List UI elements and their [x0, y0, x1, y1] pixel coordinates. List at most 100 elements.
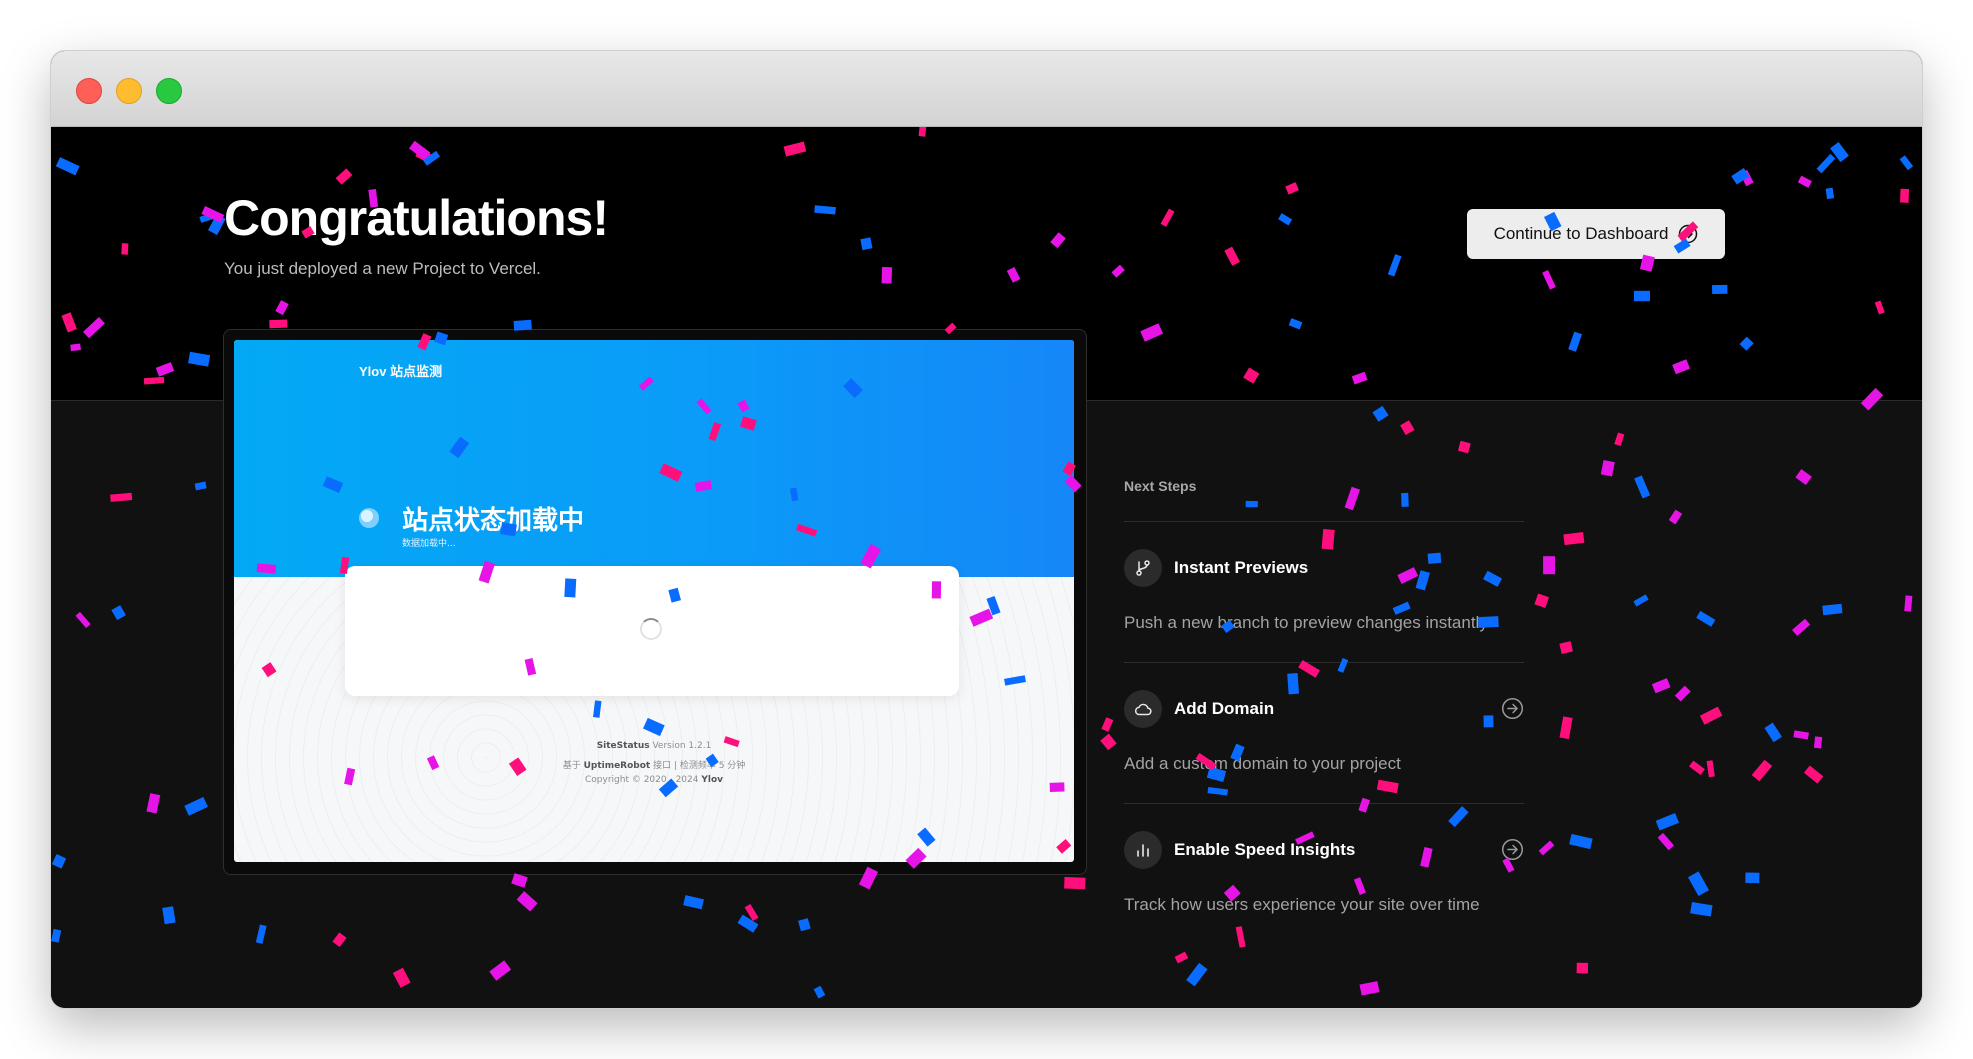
confetti-piece — [51, 854, 67, 869]
preview-brand: Ylov 站点监测 — [359, 364, 443, 379]
confetti-piece — [184, 796, 208, 816]
footer-line2-prefix: 基于 — [562, 761, 584, 771]
step-title: Enable Speed Insights — [1174, 840, 1356, 859]
step-description: Push a new branch to preview changes ins… — [1124, 613, 1488, 632]
confetti-piece — [1793, 730, 1809, 740]
minimize-window-button[interactable] — [116, 78, 142, 104]
arrow-circle-right-icon[interactable] — [1501, 838, 1524, 861]
cloud-icon — [1124, 690, 1162, 728]
confetti-piece — [1655, 813, 1679, 831]
page-title: Congratulations! — [224, 190, 609, 246]
deployment-preview[interactable]: Ylov 站点监测 站点状态加载中 数据加载中... SiteStatus Ve… — [223, 329, 1087, 875]
confetti-piece — [1795, 469, 1812, 486]
footer-site-name: SiteStatus — [596, 741, 650, 751]
confetti-piece — [1563, 532, 1585, 546]
confetti-piece — [813, 985, 826, 999]
page-content: Congratulations! You just deployed a new… — [51, 127, 1922, 1008]
confetti-piece — [1543, 556, 1555, 575]
confetti-piece — [489, 960, 512, 981]
footer-line3-prefix: Copyright © 2020 - 2024 — [585, 775, 702, 785]
confetti-piece — [1699, 706, 1723, 725]
step-title: Add Domain — [1174, 699, 1275, 718]
confetti-piece — [1634, 475, 1651, 499]
confetti-piece — [1688, 871, 1709, 897]
confetti-piece — [1674, 685, 1691, 702]
confetti-piece — [332, 932, 347, 948]
confetti-piece — [516, 891, 538, 912]
confetti-piece — [737, 914, 759, 933]
git-branch-icon — [1124, 549, 1162, 587]
confetti-piece — [1101, 717, 1114, 732]
preview-screenshot: Ylov 站点监测 站点状态加载中 数据加载中... SiteStatus Ve… — [234, 340, 1074, 862]
confetti-piece — [798, 918, 811, 932]
confetti-piece — [255, 924, 267, 944]
confetti-piece — [1657, 832, 1675, 851]
footer-line3-brand: Ylov — [701, 775, 723, 785]
confetti-piece — [1559, 641, 1573, 654]
confetti-piece — [1813, 736, 1823, 749]
next-steps-heading: Next Steps — [1124, 478, 1197, 494]
step-description: Add a custom domain to your project — [1124, 754, 1401, 773]
confetti-piece — [51, 928, 62, 943]
confetti-piece — [1803, 765, 1824, 784]
step-instant-previews[interactable]: Instant Previews Push a new branch to pr… — [1124, 521, 1524, 663]
step-description: Track how users experience your site ove… — [1124, 895, 1480, 914]
confetti-piece — [1576, 962, 1589, 974]
confetti-piece — [1904, 595, 1913, 612]
confetti-piece — [162, 906, 176, 925]
close-window-button[interactable] — [76, 78, 102, 104]
preview-footer-line-1: SiteStatus Version 1.2.1 — [234, 741, 1074, 751]
arrow-circle-right-icon[interactable] — [1501, 697, 1524, 720]
preview-header: Ylov 站点监测 站点状态加载中 数据加载中... — [234, 340, 1074, 577]
confetti-piece — [1569, 833, 1593, 850]
confetti-piece — [1689, 760, 1705, 776]
confetti-piece — [1751, 759, 1773, 782]
footer-version: Version 1.2.1 — [649, 741, 712, 751]
footer-line2-suffix: 接口 | 检测频率 5 分钟 — [650, 761, 746, 771]
footer-line2-brand: UptimeRobot — [583, 761, 651, 771]
confetti-piece — [1559, 716, 1573, 740]
confetti-piece — [75, 611, 91, 629]
confetti-piece — [1651, 678, 1671, 694]
confetti-piece — [1614, 432, 1625, 447]
confetti-piece — [1696, 610, 1716, 627]
confetti-piece — [1764, 722, 1782, 743]
confetti-piece — [683, 895, 704, 910]
browser-window: Congratulations! You just deployed a new… — [51, 51, 1922, 1008]
confetti-piece — [194, 481, 207, 491]
step-add-domain[interactable]: Add Domain Add a custom domain to your p… — [1124, 662, 1524, 804]
confetti-piece — [1633, 594, 1649, 607]
loading-spinner-icon — [640, 618, 662, 640]
confetti-piece — [1064, 877, 1086, 890]
preview-footer-line-2: 基于 UptimeRobot 接口 | 检测频率 5 分钟 — [234, 758, 1074, 771]
preview-status-card — [345, 566, 959, 696]
confetti-piece — [1100, 733, 1117, 751]
confetti-piece — [1745, 872, 1760, 884]
confetti-piece — [744, 903, 759, 922]
loading-status-icon — [359, 508, 379, 528]
confetti-piece — [392, 967, 411, 988]
page-subtitle: You just deployed a new Project to Verce… — [224, 259, 541, 278]
bar-chart-icon — [1124, 831, 1162, 869]
preview-loading-title: 站点状态加载中 — [402, 506, 585, 536]
confetti-piece — [146, 793, 161, 814]
confetti-piece — [1600, 460, 1615, 477]
confetti-piece — [1534, 593, 1550, 608]
confetti-piece — [1668, 509, 1683, 525]
window-titlebar — [51, 51, 1922, 127]
step-enable-speed-insights[interactable]: Enable Speed Insights Track how users ex… — [1124, 803, 1524, 945]
confetti-piece — [1792, 618, 1811, 636]
confetti-piece — [110, 492, 133, 502]
confetti-piece — [511, 873, 528, 888]
confetti-piece — [1822, 603, 1843, 616]
arrow-circle-right-icon — [1679, 224, 1698, 244]
preview-loading-subtitle: 数据加载中... — [402, 539, 456, 549]
next-steps-panel: Next Steps Instant Previews Push a new b… — [1124, 127, 1524, 1008]
confetti-piece — [1706, 760, 1715, 778]
step-title: Instant Previews — [1174, 558, 1309, 577]
confetti-piece — [1690, 902, 1713, 917]
zoom-window-button[interactable] — [156, 78, 182, 104]
confetti-piece — [111, 605, 126, 621]
preview-footer-line-3: Copyright © 2020 - 2024 Ylov — [234, 775, 1074, 785]
confetti-piece — [1538, 840, 1555, 856]
